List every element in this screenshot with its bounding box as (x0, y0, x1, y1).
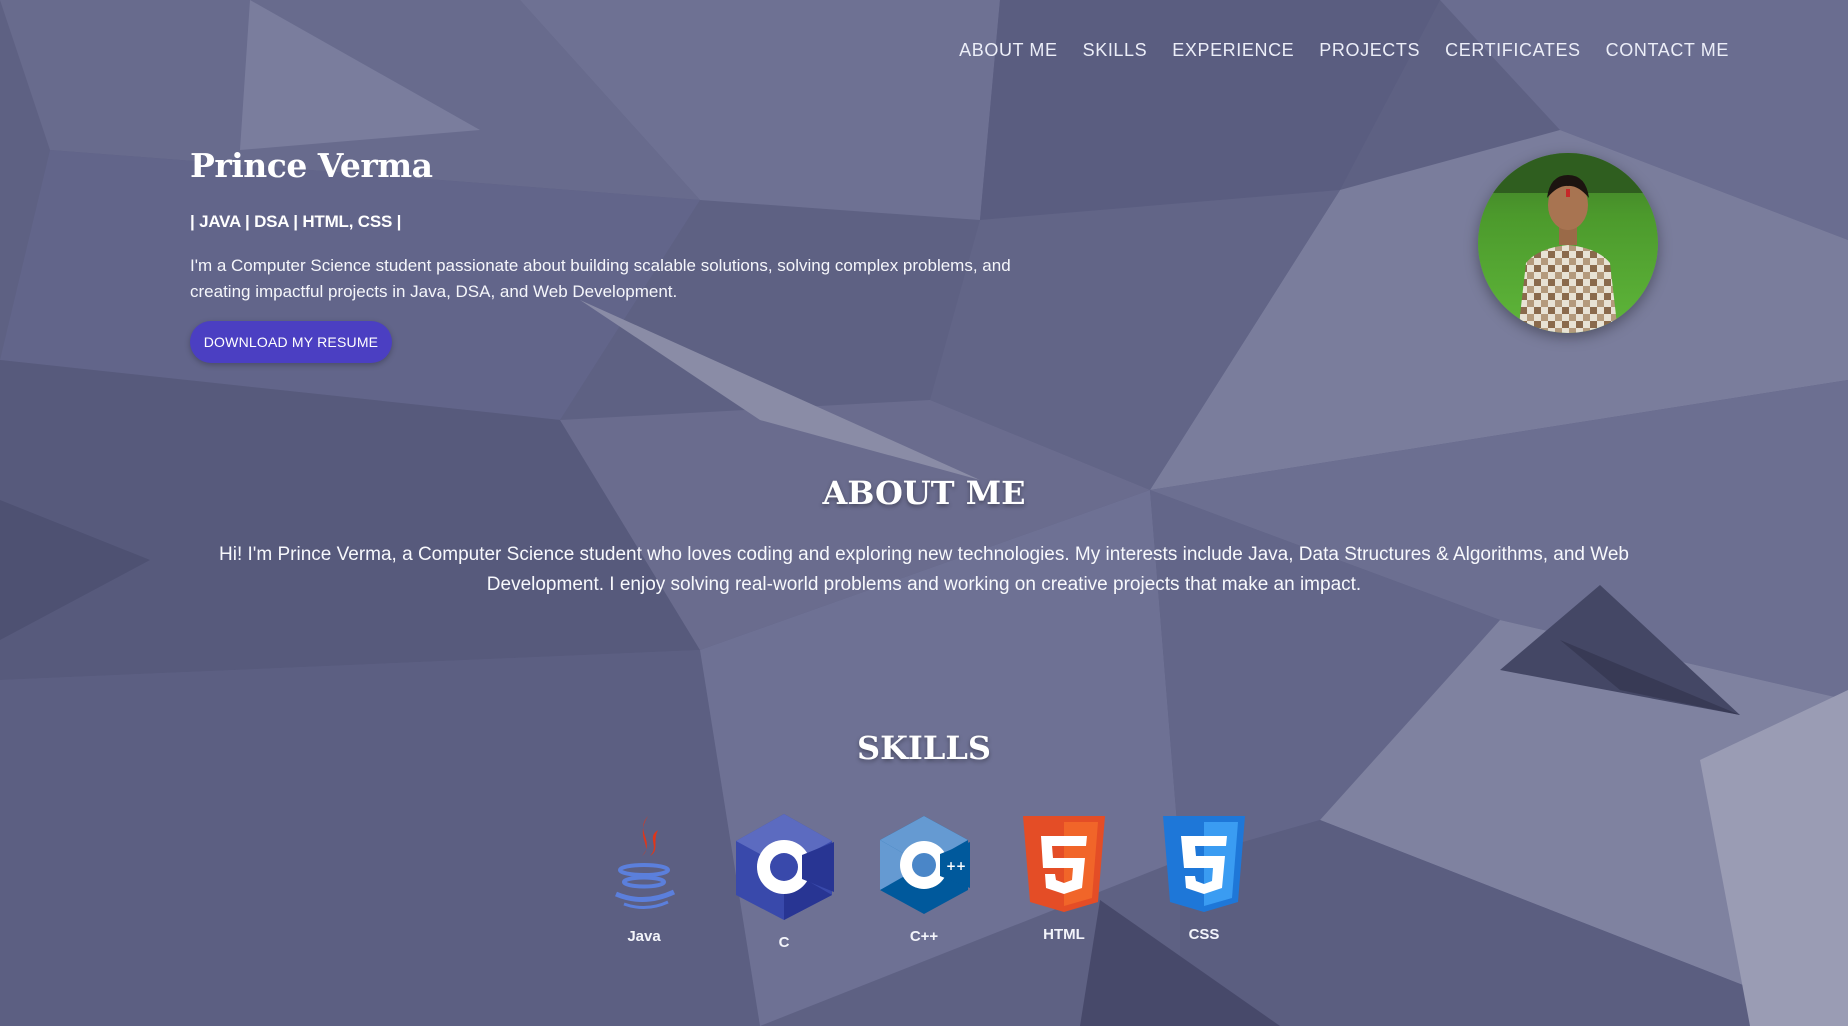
main-nav: ABOUT ME SKILLS EXPERIENCE PROJECTS CERT… (959, 40, 1729, 61)
css3-icon (1163, 816, 1245, 912)
html5-icon (1023, 816, 1105, 912)
skill-c: C (724, 812, 844, 951)
c-icon (736, 814, 834, 920)
skill-label-cpp: C++ (909, 928, 939, 945)
nav-skills[interactable]: SKILLS (1083, 40, 1148, 61)
nav-projects[interactable]: PROJECTS (1319, 40, 1420, 61)
nav-contact-me[interactable]: CONTACT ME (1606, 40, 1729, 61)
skill-label-css: CSS (1188, 926, 1220, 943)
about-title: ABOUT ME (822, 474, 1026, 512)
nav-experience[interactable]: EXPERIENCE (1172, 40, 1294, 61)
skill-html: HTML (1004, 814, 1124, 943)
skills-title: SKILLS (857, 729, 991, 767)
skill-java: Java (584, 812, 704, 945)
skill-label-c: C (778, 934, 790, 951)
hero-name: Prince Verma (190, 146, 433, 185)
download-resume-button[interactable]: DOWNLOAD MY RESUME (190, 321, 392, 363)
hero-description: I'm a Computer Science student passionat… (190, 256, 1011, 301)
about-text: Hi! I'm Prince Verma, a Computer Science… (219, 544, 1629, 595)
svg-text:++: ++ (946, 859, 966, 873)
hero-tags: | JAVA | DSA | HTML, CSS | (190, 212, 402, 231)
skill-label-html: HTML (1043, 926, 1085, 943)
profile-photo (1478, 153, 1658, 333)
cpp-icon: ++ (880, 816, 970, 914)
nav-about-me[interactable]: ABOUT ME (959, 40, 1057, 61)
skill-css: CSS (1144, 814, 1264, 943)
skill-cpp: ++ C++ (864, 814, 984, 945)
nav-certificates[interactable]: CERTIFICATES (1445, 40, 1581, 61)
skill-label-java: Java (627, 928, 661, 945)
java-icon (615, 816, 676, 909)
